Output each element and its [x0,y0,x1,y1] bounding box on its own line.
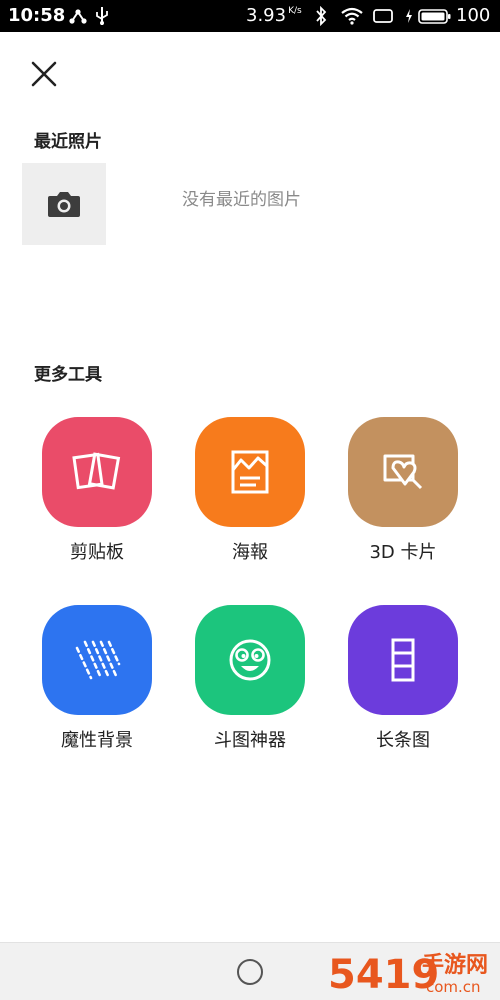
watermark-brand: 手游网 [422,952,488,978]
long-image-icon [391,638,415,682]
tool-long-image-label: 长条图 [376,730,430,751]
no-recent-images-text: 没有最近的图片 [182,190,301,210]
tool-magic-background-tile [42,605,152,715]
meme-face-icon [229,639,271,681]
more-tools-title: 更多工具 [34,365,102,385]
battery-level: 100 [456,5,491,26]
tool-clipboard-tile [42,417,152,527]
wifi-icon [340,6,364,26]
network-speed-value: 3.93 [246,5,287,26]
close-button[interactable] [26,56,62,92]
tool-3d-card-tile [348,417,458,527]
camera-button[interactable] [22,163,106,245]
poster-icon [231,450,269,494]
bluetooth-icon [314,6,328,26]
watermark-logo: 5419 手游网 com.cn [328,952,488,998]
charging-icon [404,6,414,26]
vibrate-mode-icon [372,6,394,26]
recent-photos-title: 最近照片 [34,132,102,152]
network-speed: 3.93 K/s [246,5,302,27]
tool-long-image-tile [348,605,458,715]
camera-icon [48,192,80,217]
collage-icon [72,452,121,490]
3d-card-icon [383,454,423,490]
tool-meme-maker-tile [195,605,305,715]
close-icon [31,61,57,87]
tool-poster-label: 海報 [232,542,268,563]
tool-poster-tile [195,417,305,527]
usb-icon [94,6,110,26]
network-speed-unit: K/s [288,6,302,16]
battery-icon [418,6,452,26]
status-bar: 10:58 3.93 K/s 100 [0,0,500,32]
tool-clipboard-label: 剪贴板 [70,542,124,563]
status-time: 10:58 [8,5,66,26]
pattern-icon [75,640,121,680]
tool-meme-maker-label: 斗图神器 [214,730,286,751]
tool-3d-card-label: 3D 卡片 [369,542,437,563]
share-icon [68,6,88,26]
home-button[interactable] [237,959,263,985]
photo-picker-screen: 10:58 3.93 K/s 100 最近照片 没有最近的图片 更多工具 剪贴板… [0,0,500,1000]
watermark-domain: com.cn [426,978,481,996]
tool-magic-background-label: 魔性背景 [61,730,133,751]
